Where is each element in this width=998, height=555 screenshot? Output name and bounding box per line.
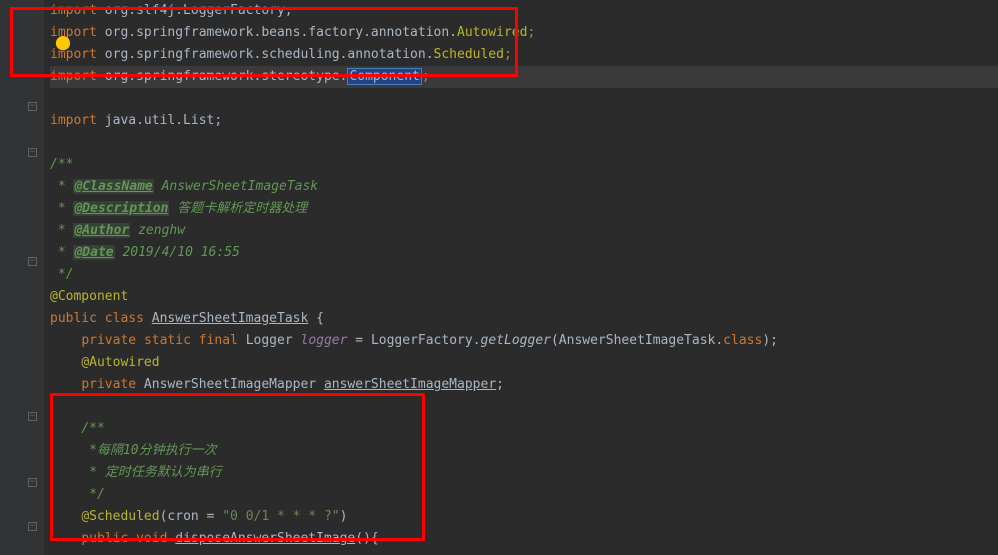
code-line: import org.springframework.beans.factory… bbox=[50, 22, 998, 44]
code-line-current: import org.springframework.stereotype.Co… bbox=[50, 66, 998, 88]
fold-icon[interactable]: − bbox=[28, 522, 37, 531]
fold-icon[interactable]: − bbox=[28, 102, 37, 111]
doc-comment-line: /** bbox=[50, 154, 998, 176]
doc-comment-line: * @Description 答题卡解析定时器处理 bbox=[50, 198, 998, 220]
code-line: public void disposeAnswerSheetImage(){ bbox=[50, 528, 998, 550]
code-line: @Component bbox=[50, 286, 998, 308]
code-line: @Scheduled(cron = "0 0/1 * * * ?") bbox=[50, 506, 998, 528]
doc-comment-line: * @Author zenghw bbox=[50, 220, 998, 242]
code-content[interactable]: import org.slf4j.LoggerFactory; import o… bbox=[44, 0, 998, 555]
doc-comment-line: * @Date 2019/4/10 16:55 bbox=[50, 242, 998, 264]
code-line: private AnswerSheetImageMapper answerShe… bbox=[50, 374, 998, 396]
editor-gutter: − − − − − − bbox=[0, 0, 44, 555]
fold-icon[interactable]: − bbox=[28, 412, 37, 421]
code-line: import org.springframework.scheduling.an… bbox=[50, 44, 998, 66]
fold-icon[interactable]: − bbox=[28, 257, 37, 266]
intention-bulb-icon[interactable] bbox=[56, 36, 70, 50]
code-line: private static final Logger logger = Log… bbox=[50, 330, 998, 352]
doc-comment-line: */ bbox=[50, 484, 998, 506]
code-editor[interactable]: − − − − − − import org.slf4j.LoggerFacto… bbox=[0, 0, 998, 555]
selected-text: Component bbox=[347, 68, 421, 85]
code-line: import java.util.List; bbox=[50, 110, 998, 132]
code-line: import org.slf4j.LoggerFactory; bbox=[50, 0, 998, 22]
code-line-empty bbox=[50, 88, 998, 110]
doc-comment-line: /** bbox=[50, 418, 998, 440]
doc-comment-line: */ bbox=[50, 264, 998, 286]
code-line-empty bbox=[50, 396, 998, 418]
code-line-empty bbox=[50, 132, 998, 154]
doc-comment-line: * @ClassName AnswerSheetImageTask bbox=[50, 176, 998, 198]
fold-icon[interactable]: − bbox=[28, 148, 37, 157]
code-line: public class AnswerSheetImageTask { bbox=[50, 308, 998, 330]
doc-comment-line: * 定时任务默认为串行 bbox=[50, 462, 998, 484]
fold-icon[interactable]: − bbox=[28, 478, 37, 487]
doc-comment-line: *每隔10分钟执行一次 bbox=[50, 440, 998, 462]
code-line: @Autowired bbox=[50, 352, 998, 374]
